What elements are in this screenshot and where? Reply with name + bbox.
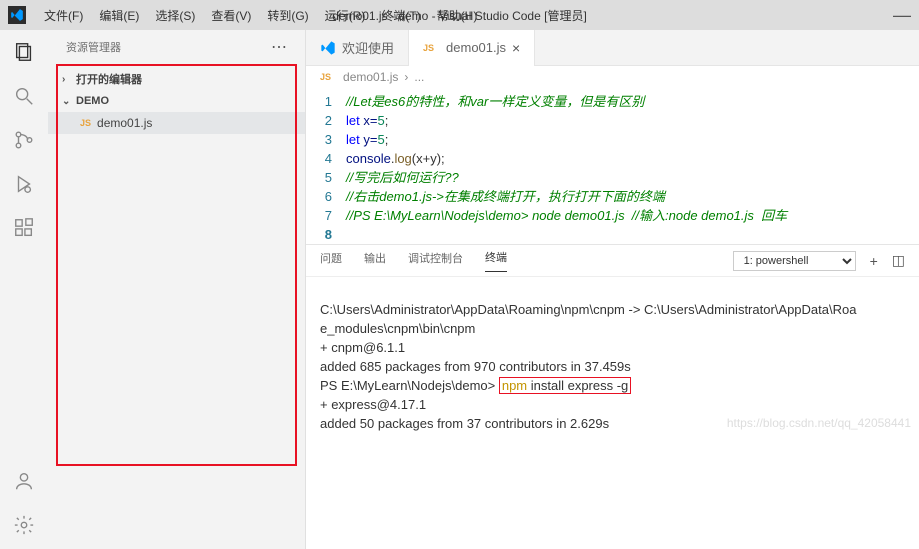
open-editors-section[interactable]: ›打开的编辑器 bbox=[48, 68, 305, 90]
panel-tab-terminal[interactable]: 终端 bbox=[485, 249, 507, 272]
js-file-icon: JS bbox=[320, 72, 331, 82]
search-icon[interactable] bbox=[12, 84, 36, 108]
explorer-icon[interactable] bbox=[12, 40, 36, 64]
terminal[interactable]: C:\Users\Administrator\AppData\Roaming\n… bbox=[306, 277, 919, 434]
explorer-more-icon[interactable]: ⋯ bbox=[271, 37, 287, 57]
editor-tabs: 欢迎使用 JS demo01.js × bbox=[306, 30, 919, 66]
js-file-icon: JS bbox=[423, 43, 434, 53]
folder-demo[interactable]: ⌄DEMO bbox=[48, 90, 305, 112]
close-tab-icon[interactable]: × bbox=[512, 40, 520, 56]
menu-edit[interactable]: 编辑(E) bbox=[93, 5, 145, 26]
settings-gear-icon[interactable] bbox=[12, 513, 36, 537]
menu-file[interactable]: 文件(F) bbox=[38, 5, 89, 26]
breadcrumb[interactable]: JS demo01.js › ... bbox=[306, 66, 919, 88]
window-minimize-button[interactable]: — bbox=[893, 5, 911, 26]
panel-tab-output[interactable]: 输出 bbox=[364, 250, 386, 272]
panel-tab-debug[interactable]: 调试控制台 bbox=[408, 250, 463, 272]
menu-view[interactable]: 查看(V) bbox=[205, 5, 257, 26]
extensions-icon[interactable] bbox=[12, 216, 36, 240]
split-terminal-icon[interactable]: ◫ bbox=[892, 252, 905, 269]
accounts-icon[interactable] bbox=[12, 469, 36, 493]
watermark: https://blog.csdn.net/qq_42058441 bbox=[727, 414, 911, 432]
tab-demo01-js[interactable]: JS demo01.js × bbox=[409, 30, 535, 66]
bottom-panel: 问题 输出 调试控制台 终端 1: powershell + ◫ C:\User… bbox=[306, 244, 919, 434]
title-bar: 文件(F) 编辑(E) 选择(S) 查看(V) 转到(G) 运行(R) 终端(T… bbox=[0, 0, 919, 30]
js-file-icon: JS bbox=[80, 118, 91, 128]
activity-bar bbox=[0, 30, 48, 549]
explorer-sidebar: 资源管理器 ⋯ ›打开的编辑器 ⌄DEMO JSdemo01.js bbox=[48, 30, 306, 549]
vscode-logo-icon bbox=[8, 6, 26, 24]
menu-goto[interactable]: 转到(G) bbox=[261, 5, 314, 26]
file-demo01-js[interactable]: JSdemo01.js bbox=[48, 112, 305, 134]
window-title: demo01.js - demo - Visual Studio Code [管… bbox=[332, 7, 587, 24]
new-terminal-icon[interactable]: + bbox=[870, 253, 878, 269]
code-editor[interactable]: 1//Let是es6的特性，和var一样定义变量，但是有区别 2let x=5;… bbox=[306, 88, 919, 244]
menu-select[interactable]: 选择(S) bbox=[149, 5, 201, 26]
explorer-title: 资源管理器 bbox=[66, 39, 121, 55]
terminal-shell-select[interactable]: 1: powershell bbox=[733, 251, 856, 271]
panel-tab-problems[interactable]: 问题 bbox=[320, 250, 342, 272]
run-debug-icon[interactable] bbox=[12, 172, 36, 196]
tab-welcome[interactable]: 欢迎使用 bbox=[306, 30, 409, 66]
vscode-icon bbox=[320, 40, 336, 56]
annotation-red-command: npm install express -g bbox=[499, 377, 631, 394]
source-control-icon[interactable] bbox=[12, 128, 36, 152]
